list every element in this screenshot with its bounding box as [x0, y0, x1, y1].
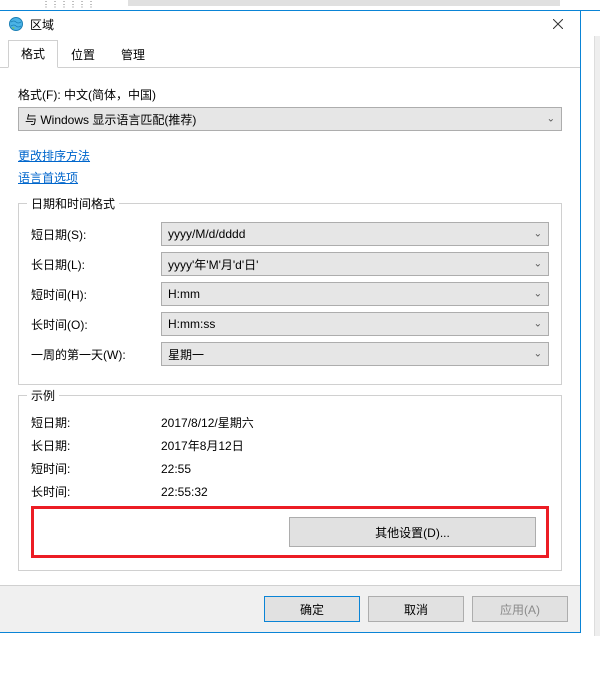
window-title: 区域 [30, 16, 54, 33]
format-panel: 格式(F): 中文(简体，中国) 与 Windows 显示语言匹配(推荐) ⌄ … [0, 68, 580, 585]
chevron-down-icon: ⌄ [534, 349, 542, 360]
short-date-label: 短日期(S): [31, 226, 161, 243]
additional-settings-label: 其他设置(D)... [375, 524, 450, 541]
cancel-button[interactable]: 取消 [368, 596, 464, 622]
ex-short-date-value: 2017/8/12/星期六 [161, 414, 549, 431]
ex-short-date-label: 短日期: [31, 414, 161, 431]
tab-format-label: 格式 [21, 47, 45, 61]
examples-legend: 示例 [27, 387, 59, 404]
dialog-button-bar: 确定 取消 应用(A) [0, 585, 580, 632]
long-date-value: yyyy'年'M'月'd'日' [168, 256, 258, 273]
background-window-edge [594, 36, 600, 636]
chevron-down-icon: ⌄ [534, 289, 542, 300]
link-language-prefs[interactable]: 语言首选项 [18, 167, 562, 189]
ex-long-time-value: 22:55:32 [161, 485, 549, 499]
apply-label: 应用(A) [500, 601, 540, 618]
format-label: 格式(F): 中文(简体，中国) [18, 86, 562, 103]
ex-long-date-label: 长日期: [31, 437, 161, 454]
tab-admin[interactable]: 管理 [108, 41, 158, 68]
tab-location[interactable]: 位置 [58, 41, 108, 68]
ex-short-time-value: 22:55 [161, 462, 549, 476]
titlebar: 区域 [0, 11, 580, 37]
tab-admin-label: 管理 [121, 48, 145, 62]
tab-location-label: 位置 [71, 48, 95, 62]
chevron-down-icon: ⌄ [534, 259, 542, 270]
format-dropdown-value: 与 Windows 显示语言匹配(推荐) [25, 111, 196, 128]
region-icon [8, 16, 24, 32]
ok-button[interactable]: 确定 [264, 596, 360, 622]
datetime-format-legend: 日期和时间格式 [27, 195, 119, 212]
ex-long-time-label: 长时间: [31, 483, 161, 500]
tabstrip: 格式 位置 管理 [0, 41, 580, 68]
first-day-dropdown[interactable]: 星期一 ⌄ [161, 342, 549, 366]
short-time-label: 短时间(H): [31, 286, 161, 303]
chevron-down-icon: ⌄ [534, 319, 542, 330]
long-date-dropdown[interactable]: yyyy'年'M'月'd'日' ⌄ [161, 252, 549, 276]
link-sort-method[interactable]: 更改排序方法 [18, 145, 562, 167]
datetime-format-group: 日期和时间格式 短日期(S): yyyy/M/d/dddd ⌄ 长日期(L): … [18, 203, 562, 385]
highlight-box: 其他设置(D)... [31, 506, 549, 558]
short-time-value: H:mm [168, 287, 200, 301]
decoration-dots: ⋮⋮⋮⋮⋮⋮ [42, 0, 96, 9]
tab-format[interactable]: 格式 [8, 40, 58, 68]
chevron-down-icon: ⌄ [534, 229, 542, 240]
region-dialog: 区域 格式 位置 管理 格式(F): 中文(简体，中国) 与 Windows 显… [0, 10, 581, 633]
cancel-label: 取消 [404, 601, 428, 618]
additional-settings-button[interactable]: 其他设置(D)... [289, 517, 536, 547]
long-time-value: H:mm:ss [168, 317, 215, 331]
close-icon [553, 19, 563, 29]
first-day-label: 一周的第一天(W): [31, 346, 161, 363]
examples-group: 示例 短日期: 2017/8/12/星期六 长日期: 2017年8月12日 短时… [18, 395, 562, 571]
ex-long-date-value: 2017年8月12日 [161, 437, 549, 454]
short-time-dropdown[interactable]: H:mm ⌄ [161, 282, 549, 306]
ex-short-time-label: 短时间: [31, 460, 161, 477]
format-dropdown[interactable]: 与 Windows 显示语言匹配(推荐) ⌄ [18, 107, 562, 131]
close-button[interactable] [536, 11, 580, 37]
ok-label: 确定 [300, 601, 324, 618]
apply-button[interactable]: 应用(A) [472, 596, 568, 622]
short-date-dropdown[interactable]: yyyy/M/d/dddd ⌄ [161, 222, 549, 246]
long-date-label: 长日期(L): [31, 256, 161, 273]
decoration-rail [128, 0, 560, 6]
long-time-label: 长时间(O): [31, 316, 161, 333]
chevron-down-icon: ⌄ [547, 114, 555, 125]
long-time-dropdown[interactable]: H:mm:ss ⌄ [161, 312, 549, 336]
short-date-value: yyyy/M/d/dddd [168, 227, 245, 241]
first-day-value: 星期一 [168, 346, 204, 363]
